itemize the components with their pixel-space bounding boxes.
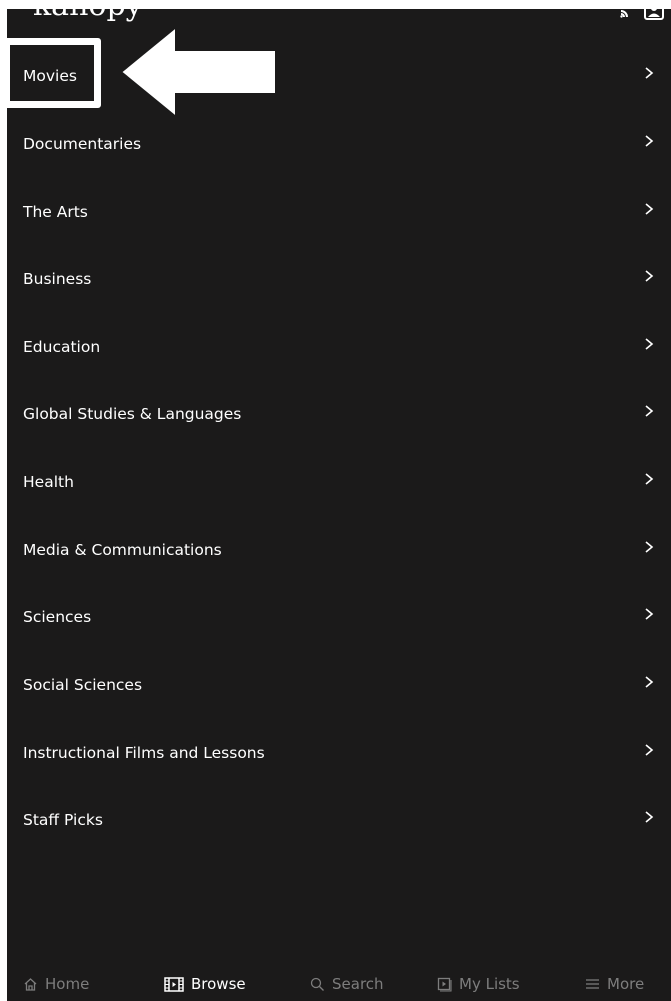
chevron-right-icon (643, 66, 655, 80)
chevron-right-icon (643, 607, 655, 621)
menu-item-social-sciences[interactable]: Social Sciences (7, 665, 671, 705)
tab-my-lists-label: My Lists (459, 975, 520, 993)
menu-item-global-studies[interactable]: Global Studies & Languages (7, 394, 671, 434)
chevron-right-icon (643, 472, 655, 486)
film-icon (164, 976, 184, 992)
chevron-right-icon (643, 134, 655, 148)
menu-item-instructional-films[interactable]: Instructional Films and Lessons (7, 733, 671, 773)
chevron-right-icon (643, 540, 655, 554)
play-list-icon (437, 977, 452, 992)
app-screen: kanopy Movies Documentaries The Arts Bus… (7, 9, 671, 1001)
tab-home[interactable]: Home (23, 975, 89, 993)
menu-item-sciences[interactable]: Sciences (7, 597, 671, 637)
menu-item-label: Social Sciences (23, 676, 143, 694)
chevron-right-icon (643, 404, 655, 418)
chevron-right-icon (643, 269, 655, 283)
chevron-right-icon (643, 675, 655, 689)
highlight-box-annotation (3, 38, 101, 108)
tab-search-label: Search (332, 975, 384, 993)
account-icon[interactable] (643, 9, 665, 21)
chevron-right-icon (643, 202, 655, 216)
tab-more-label: More (607, 975, 645, 993)
menu-item-label: Instructional Films and Lessons (23, 744, 265, 762)
menu-item-media-communications[interactable]: Media & Communications (7, 530, 671, 570)
tab-search[interactable]: Search (310, 975, 384, 993)
menu-item-label: Health (23, 473, 74, 491)
menu-item-label: Business (23, 270, 92, 288)
menu-item-the-arts[interactable]: The Arts (7, 192, 671, 232)
menu-item-health[interactable]: Health (7, 462, 671, 502)
tab-more[interactable]: More (585, 975, 644, 993)
home-icon (23, 977, 38, 992)
chevron-right-icon (643, 743, 655, 757)
tab-browse[interactable]: Browse (164, 975, 246, 993)
menu-item-label: Documentaries (23, 135, 142, 153)
menu-item-documentaries[interactable]: Documentaries (7, 124, 671, 164)
menu-item-label: Media & Communications (23, 541, 222, 559)
menu-item-label: Education (23, 338, 101, 356)
menu-item-staff-picks[interactable]: Staff Picks (7, 800, 671, 840)
menu-item-label: Sciences (23, 608, 92, 626)
menu-item-label: Staff Picks (23, 811, 103, 829)
menu-item-business[interactable]: Business (7, 259, 671, 299)
tab-home-label: Home (45, 975, 90, 993)
tab-my-lists[interactable]: My Lists (437, 975, 520, 993)
arrow-left-icon (113, 21, 281, 117)
menu-item-education[interactable]: Education (7, 327, 671, 367)
menu-item-movies[interactable]: Movies (7, 56, 671, 96)
chevron-right-icon (643, 337, 655, 351)
kanopy-logo: kanopy (33, 9, 143, 21)
menu-item-label: Global Studies & Languages (23, 405, 242, 423)
header-actions (619, 9, 665, 21)
menu-icon (585, 978, 600, 990)
search-icon (310, 977, 325, 992)
bottom-tab-bar: Home Browse Search My Lists More (7, 967, 671, 1001)
menu-item-label: The Arts (23, 203, 88, 221)
cast-icon[interactable] (619, 9, 637, 19)
tab-browse-label: Browse (191, 975, 246, 993)
chevron-right-icon (643, 810, 655, 824)
